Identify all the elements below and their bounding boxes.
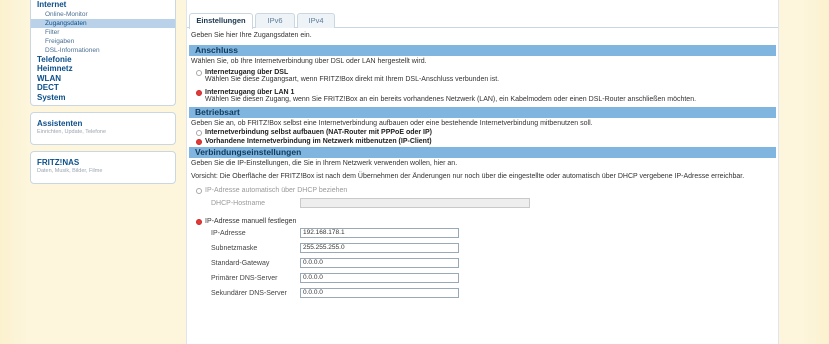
section-betriebsart: Betriebsart xyxy=(189,106,776,118)
secondary-dns-input[interactable]: 0.0.0.0 xyxy=(300,288,459,298)
option-dhcp[interactable]: IP-Adresse automatisch über DHCP beziehe… xyxy=(189,187,776,195)
tab-ipv6[interactable]: IPv6 xyxy=(255,13,295,28)
tab-ipv4[interactable]: IPv4 xyxy=(297,13,335,28)
radio-ip-client[interactable] xyxy=(196,138,202,145)
tab-einstellungen[interactable]: Einstellungen xyxy=(189,13,253,29)
dhcp-hostname-row: DHCP-Hostname xyxy=(189,197,776,210)
option-dsl[interactable]: Internetzugang über DSL Wählen Sie diese… xyxy=(189,69,776,84)
anschluss-text: Wählen Sie, ob Ihre Internetverbindung ü… xyxy=(191,58,427,65)
gateway-input[interactable]: 0.0.0.0 xyxy=(300,258,459,268)
menu-dect[interactable]: DECT xyxy=(31,83,175,93)
menu-heimnetz[interactable]: Heimnetz xyxy=(31,64,175,74)
menu-zugangsdaten[interactable]: Zugangsdaten xyxy=(31,18,175,28)
menu-system[interactable]: System xyxy=(31,93,175,103)
primary-dns-input[interactable]: 0.0.0.0 xyxy=(300,273,459,283)
radio-dsl[interactable] xyxy=(196,69,202,76)
menu-dsl-informationen[interactable]: DSL-Informationen xyxy=(31,46,175,55)
option-lan-desc: Wählen Sie diesen Zugang, wenn Sie FRITZ… xyxy=(205,96,697,103)
menu-freigaben[interactable]: Freigaben xyxy=(31,37,175,46)
menu-telefonie[interactable]: Telefonie xyxy=(31,55,175,65)
secondary-dns-label: Sekundärer DNS-Server xyxy=(211,290,287,297)
fritznas-desc: Daten, Musik, Bilder, Filme xyxy=(37,168,103,174)
intro-text: Geben Sie hier Ihre Zugangsdaten ein. xyxy=(191,32,312,39)
subnet-mask-row: Subnetzmaske 255.255.255.0 xyxy=(189,243,776,255)
primary-dns-label: Primärer DNS-Server xyxy=(211,275,278,282)
fritznas-title[interactable]: FRITZ!NAS xyxy=(37,158,169,168)
secondary-dns-row: Sekundärer DNS-Server 0.0.0.0 xyxy=(189,288,776,300)
fritznas-box[interactable]: FRITZ!NAS Daten, Musik, Bilder, Filme xyxy=(30,151,176,184)
verbindung-warning: Vorsicht: Die Oberfläche der FRITZ!Box i… xyxy=(191,172,745,180)
option-nat-router-label[interactable]: Internetverbindung selbst aufbauen (NAT-… xyxy=(205,129,776,137)
subnet-mask-label: Subnetzmaske xyxy=(211,245,258,252)
assistenten-box[interactable]: Assistenten Einrichten, Update, Telefone xyxy=(30,112,176,145)
main-content: Einstellungen IPv6 IPv4 Geben Sie hier I… xyxy=(186,0,779,344)
ip-address-row: IP-Adresse 192.168.178.1 xyxy=(189,228,776,240)
betriebsart-text: Geben Sie an, ob FRITZ!Box selbst eine I… xyxy=(191,119,593,127)
menu-wlan[interactable]: WLAN xyxy=(31,74,175,84)
radio-nat-router[interactable] xyxy=(196,130,202,136)
option-dsl-label[interactable]: Internetzugang über DSL xyxy=(205,69,776,77)
ip-address-label: IP-Adresse xyxy=(211,230,246,237)
option-lan[interactable]: Internetzugang über LAN 1 Wählen Sie die… xyxy=(189,89,776,104)
primary-dns-row: Primärer DNS-Server 0.0.0.0 xyxy=(189,273,776,285)
menu-online-monitor[interactable]: Online-Monitor xyxy=(31,10,175,19)
menu-internet[interactable]: Internet xyxy=(31,0,175,10)
assistenten-desc: Einrichten, Update, Telefone xyxy=(37,129,106,135)
radio-manual-ip[interactable] xyxy=(196,218,202,225)
option-dsl-desc: Wählen Sie diese Zugangsart, wenn FRITZ!… xyxy=(205,76,500,83)
option-manual-ip-label[interactable]: IP-Adresse manuell festlegen xyxy=(205,218,776,226)
option-lan-label[interactable]: Internetzugang über LAN 1 xyxy=(205,89,776,97)
option-dhcp-label[interactable]: IP-Adresse automatisch über DHCP beziehe… xyxy=(205,187,776,195)
option-ip-client[interactable]: Vorhandene Internetverbindung im Netzwer… xyxy=(189,138,776,146)
gateway-row: Standard-Gateway 0.0.0.0 xyxy=(189,258,776,270)
radio-dhcp[interactable] xyxy=(196,188,202,194)
dhcp-hostname-input[interactable] xyxy=(300,197,530,208)
option-nat-router[interactable]: Internetverbindung selbst aufbauen (NAT-… xyxy=(189,129,776,137)
ip-address-input[interactable]: 192.168.178.1 xyxy=(300,228,459,238)
tab-bar: Einstellungen IPv6 IPv4 xyxy=(187,0,778,29)
subnet-mask-input[interactable]: 255.255.255.0 xyxy=(300,243,459,253)
menu-filter[interactable]: Filter xyxy=(31,28,175,37)
main-menu: Internet Online-Monitor Zugangsdaten Fil… xyxy=(30,0,176,106)
dhcp-hostname-label: DHCP-Hostname xyxy=(211,199,266,207)
gateway-label: Standard-Gateway xyxy=(211,260,270,267)
option-ip-client-label[interactable]: Vorhandene Internetverbindung im Netzwer… xyxy=(205,138,776,146)
option-manual-ip[interactable]: IP-Adresse manuell festlegen xyxy=(189,218,776,226)
radio-lan[interactable] xyxy=(196,89,202,96)
section-anschluss: Anschluss xyxy=(189,45,776,56)
assistenten-title[interactable]: Assistenten xyxy=(37,119,169,129)
sidebar: Internet Online-Monitor Zugangsdaten Fil… xyxy=(30,0,176,344)
section-verbindung: Verbindungseinstellungen xyxy=(189,147,776,158)
verbindung-text: Geben Sie die IP-Einstellungen, die Sie … xyxy=(191,160,458,167)
